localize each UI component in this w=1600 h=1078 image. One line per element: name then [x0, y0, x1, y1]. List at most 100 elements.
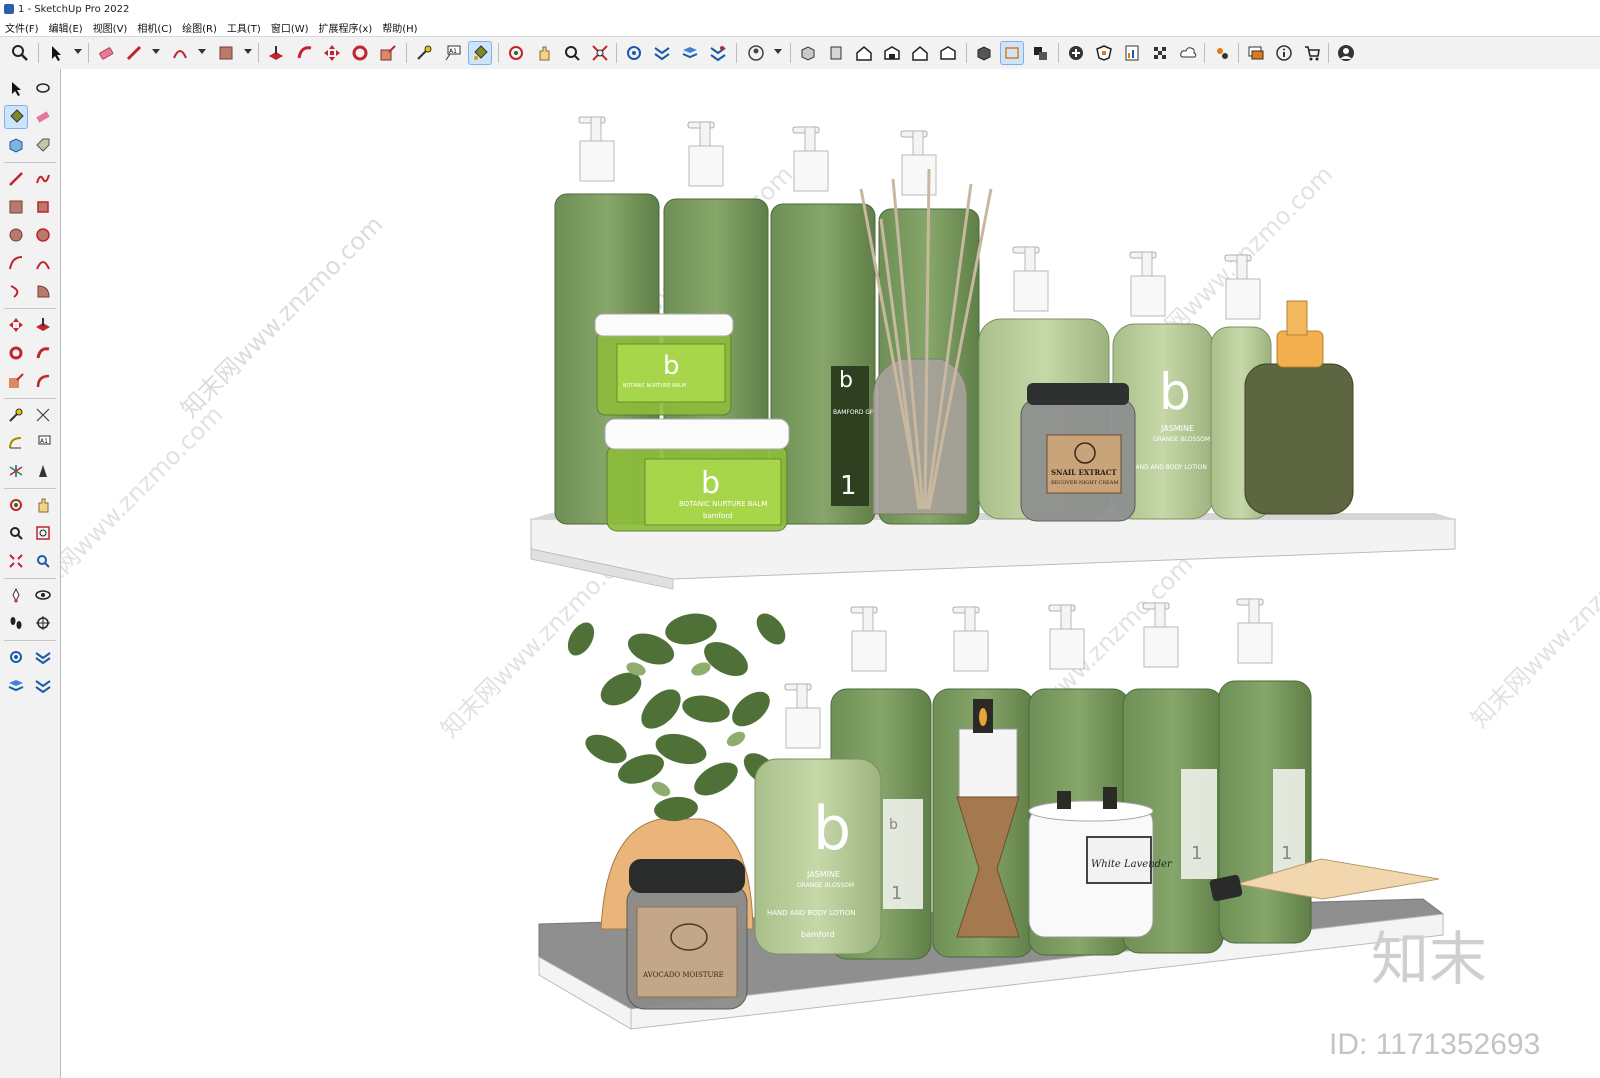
menu-edit[interactable]: 编辑(E) — [44, 20, 88, 35]
scale-icon[interactable] — [4, 369, 28, 393]
component-icon[interactable] — [4, 133, 28, 157]
account-icon[interactable] — [744, 41, 768, 65]
rotated-rectangle-icon[interactable] — [31, 195, 55, 219]
orbit-icon[interactable] — [4, 493, 28, 517]
look-around-icon[interactable] — [31, 583, 55, 607]
shaded-icon[interactable] — [1028, 41, 1052, 65]
eraser-icon[interactable] — [94, 41, 118, 65]
lasso-icon[interactable] — [31, 77, 55, 101]
iso-view-icon[interactable] — [796, 41, 820, 65]
arc-icon[interactable] — [168, 41, 192, 65]
xray-icon[interactable] — [972, 41, 996, 65]
walk-icon[interactable] — [4, 611, 28, 635]
message-icon[interactable] — [1244, 41, 1268, 65]
rotate-icon[interactable] — [4, 341, 28, 365]
menu-help[interactable]: 帮助(H) — [377, 20, 422, 35]
avocado-jar[interactable]: AVOCADO MOISTURE — [626, 859, 748, 1010]
orbit-icon[interactable] — [504, 41, 528, 65]
position-camera-icon[interactable] — [4, 583, 28, 607]
balm-jar[interactable]: b BOTANIC NURTURE BALM — [594, 313, 734, 416]
move-icon[interactable] — [4, 313, 28, 337]
checker-icon[interactable] — [1148, 41, 1172, 65]
offset-icon[interactable] — [31, 369, 55, 393]
extension-warehouse-icon[interactable] — [31, 645, 55, 669]
chevron-down-icon[interactable] — [198, 49, 206, 54]
send-to-layout-icon[interactable] — [31, 673, 55, 697]
two-point-arc-icon[interactable] — [31, 251, 55, 275]
freehand-icon[interactable] — [31, 167, 55, 191]
3d-text-icon[interactable] — [31, 459, 55, 483]
three-point-arc-icon[interactable] — [4, 279, 28, 303]
scale-icon[interactable] — [376, 41, 400, 65]
left-view-icon[interactable] — [936, 41, 960, 65]
report-icon[interactable] — [1120, 41, 1144, 65]
select-icon[interactable] — [44, 41, 68, 65]
pie-icon[interactable] — [31, 279, 55, 303]
menu-file[interactable]: 文件(F) — [0, 20, 44, 35]
warehouse-icon[interactable] — [622, 41, 646, 65]
tag-icon[interactable] — [31, 133, 55, 157]
zoom-tool-icon[interactable] — [560, 41, 584, 65]
extension-warehouse-icon[interactable] — [650, 41, 674, 65]
chevron-down-icon[interactable] — [774, 49, 782, 54]
info-icon[interactable] — [1272, 41, 1296, 65]
settings-icon[interactable] — [1210, 41, 1234, 65]
circle-icon[interactable] — [4, 223, 28, 247]
menu-camera[interactable]: 相机(C) — [132, 20, 177, 35]
menu-view[interactable]: 视图(V) — [88, 20, 133, 35]
shield-icon[interactable] — [1092, 41, 1116, 65]
tape-measure-icon[interactable] — [4, 403, 28, 427]
menu-tools[interactable]: 工具(T) — [222, 20, 266, 35]
chevron-down-icon[interactable] — [244, 49, 252, 54]
rectangle-icon[interactable] — [4, 195, 28, 219]
add-icon[interactable] — [1064, 41, 1088, 65]
menu-window[interactable]: 窗口(W) — [266, 20, 314, 35]
rotate-icon[interactable] — [348, 41, 372, 65]
send-to-layout-icon[interactable] — [706, 41, 730, 65]
pencil-icon[interactable] — [4, 167, 28, 191]
lavender-candle[interactable]: White Lavender — [1028, 787, 1173, 938]
previous-view-icon[interactable] — [31, 549, 55, 573]
menu-draw[interactable]: 绘图(R) — [177, 20, 222, 35]
layers-icon[interactable] — [678, 41, 702, 65]
back-view-icon[interactable] — [908, 41, 932, 65]
follow-me-icon[interactable] — [31, 341, 55, 365]
push-pull-icon[interactable] — [264, 41, 288, 65]
text-icon[interactable]: A1 — [31, 431, 55, 455]
balm-jar[interactable]: b BOTANIC NURTURE BALM bamford — [604, 418, 790, 532]
dimension-icon[interactable] — [31, 403, 55, 427]
chevron-down-icon[interactable] — [74, 49, 82, 54]
right-view-icon[interactable] — [880, 41, 904, 65]
zoom-window-icon[interactable] — [31, 521, 55, 545]
warehouse-icon[interactable] — [4, 645, 28, 669]
wireframe-icon[interactable] — [1000, 41, 1024, 65]
cloud-icon[interactable] — [1176, 41, 1200, 65]
pan-icon[interactable] — [532, 41, 556, 65]
protractor-icon[interactable] — [4, 431, 28, 455]
pencil-icon[interactable] — [122, 41, 146, 65]
section-plane-icon[interactable] — [31, 611, 55, 635]
polygon-icon[interactable] — [31, 223, 55, 247]
zoom-extents-icon[interactable] — [4, 549, 28, 573]
menu-extensions[interactable]: 扩展程序(x) — [314, 20, 378, 35]
front-view-icon[interactable] — [852, 41, 876, 65]
user-profile-icon[interactable] — [1334, 41, 1358, 65]
arc-icon[interactable] — [4, 251, 28, 275]
zoom-extents-icon[interactable] — [588, 41, 612, 65]
zoom-icon[interactable] — [8, 41, 32, 65]
pan-icon[interactable] — [31, 493, 55, 517]
push-pull-icon[interactable] — [31, 313, 55, 337]
paint-bucket-icon[interactable] — [4, 105, 28, 129]
modeling-viewport[interactable]: 知末网www.znzmo.com 知末网www.znzmo.com 知末网www… — [61, 69, 1600, 1078]
zoom-icon[interactable] — [4, 521, 28, 545]
eraser-icon[interactable] — [31, 105, 55, 129]
tape-measure-icon[interactable] — [412, 41, 436, 65]
layers-icon[interactable] — [4, 673, 28, 697]
text-label-icon[interactable]: A1 — [440, 41, 464, 65]
snail-jar[interactable]: SNAIL EXTRACT RECOVER NIGHT CREAM — [1020, 383, 1136, 522]
select-icon[interactable] — [4, 77, 28, 101]
top-view-icon[interactable] — [824, 41, 848, 65]
chevron-down-icon[interactable] — [152, 49, 160, 54]
paint-bucket-icon[interactable] — [468, 41, 492, 65]
cart-icon[interactable] — [1300, 41, 1324, 65]
